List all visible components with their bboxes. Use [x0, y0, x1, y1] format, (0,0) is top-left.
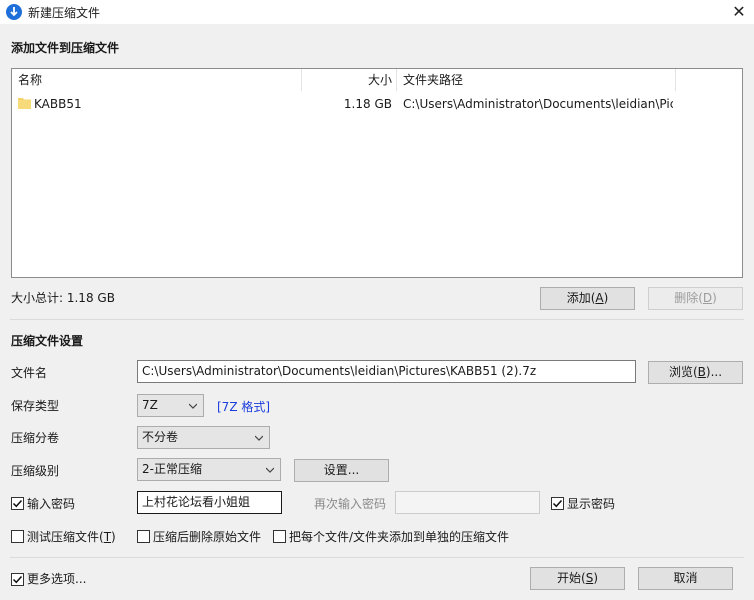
browse-button-label: 浏览( [668, 365, 698, 379]
save-type-label: 保存类型 [11, 399, 60, 413]
test-archive-label[interactable]: 测试压缩文件(T) [27, 529, 116, 545]
cancel-button[interactable]: 取消 [638, 567, 733, 590]
delete-button-label: 删除( [674, 291, 703, 305]
add-button-key: A [595, 291, 604, 305]
test-archive-text: 测试压缩文件( [27, 530, 104, 544]
save-type-value: 7Z [142, 398, 158, 412]
filename-label: 文件名 [11, 366, 48, 380]
app-logo-icon [6, 4, 22, 20]
check-icon [12, 575, 23, 584]
column-separator[interactable] [396, 69, 397, 91]
test-archive-checkbox[interactable] [11, 530, 24, 543]
filename-input[interactable]: C:\Users\Administrator\Documents\leidian… [137, 360, 636, 383]
column-header-name[interactable]: 名称 [18, 69, 42, 91]
file-list[interactable]: 名称 大小 文件夹路径 KABB51 1.18 GB C:\Users\Admi… [11, 68, 743, 278]
separate-archives-checkbox[interactable] [273, 530, 286, 543]
add-button-label: 添加( [566, 291, 596, 305]
file-size: 1.18 GB [343, 97, 392, 111]
show-password-checkbox[interactable] [551, 497, 564, 510]
show-password-label[interactable]: 显示密码 [567, 496, 615, 512]
start-button[interactable]: 开始(S) [530, 567, 625, 590]
format-link[interactable]: [7Z 格式] [217, 398, 270, 415]
column-header-path[interactable]: 文件夹路径 [403, 69, 463, 91]
delete-button[interactable]: 删除(D) [648, 287, 743, 310]
level-value: 2-正常压缩 [142, 462, 202, 476]
start-button-end: ) [593, 571, 598, 585]
file-name[interactable]: KABB51 [34, 95, 82, 113]
delete-original-checkbox[interactable] [137, 530, 150, 543]
split-select[interactable]: 不分卷 [137, 426, 270, 449]
chevron-down-icon [255, 435, 263, 441]
column-separator[interactable] [675, 69, 676, 91]
column-header-size[interactable]: 大小 [302, 69, 392, 91]
test-archive-key: T [103, 530, 112, 544]
separate-archives-label[interactable]: 把每个文件/文件夹添加到单独的压缩文件 [289, 529, 509, 545]
reenter-password-label: 再次输入密码 [314, 497, 387, 511]
window-title: 新建压缩文件 [28, 6, 101, 20]
settings-button[interactable]: 设置... [294, 459, 389, 482]
check-icon [552, 499, 563, 508]
file-path: C:\Users\Administrator\Documents\leidian… [403, 97, 673, 111]
password-input[interactable]: 上村花论坛看小姐姐 [137, 491, 282, 514]
level-label: 压缩级别 [11, 464, 60, 478]
more-options-label[interactable]: 更多选项... [27, 571, 86, 587]
password-checkbox-label[interactable]: 输入密码 [27, 496, 75, 512]
total-size: 大小总计: 1.18 GB [11, 291, 115, 305]
delete-button-end: ) [712, 291, 717, 305]
browse-button-end: )... [705, 365, 723, 379]
add-button-end: ) [603, 291, 609, 305]
browse-button-key: B [697, 365, 706, 379]
chevron-down-icon [266, 467, 274, 473]
save-type-select[interactable]: 7Z [137, 394, 204, 417]
start-button-label: 开始( [557, 571, 586, 585]
browse-button[interactable]: 浏览(B)... [648, 361, 743, 384]
more-options-checkbox[interactable] [11, 573, 24, 586]
delete-original-label[interactable]: 压缩后删除原始文件 [153, 529, 261, 545]
close-icon[interactable]: ✕ [728, 2, 750, 22]
password-checkbox[interactable] [11, 497, 24, 510]
level-select[interactable]: 2-正常压缩 [137, 458, 281, 481]
add-files-title: 添加文件到压缩文件 [11, 41, 120, 55]
add-button[interactable]: 添加(A) [540, 287, 635, 310]
folder-icon [18, 97, 31, 109]
test-archive-end: ) [111, 530, 116, 544]
split-value: 不分卷 [142, 430, 179, 444]
split-label: 压缩分卷 [11, 431, 60, 445]
settings-title: 压缩文件设置 [11, 334, 84, 348]
chevron-down-icon [189, 403, 197, 409]
check-icon [12, 499, 23, 508]
delete-button-key: D [702, 291, 713, 305]
reenter-password-input[interactable] [395, 491, 540, 514]
footer-divider [10, 557, 744, 558]
title-bar [0, 0, 754, 24]
